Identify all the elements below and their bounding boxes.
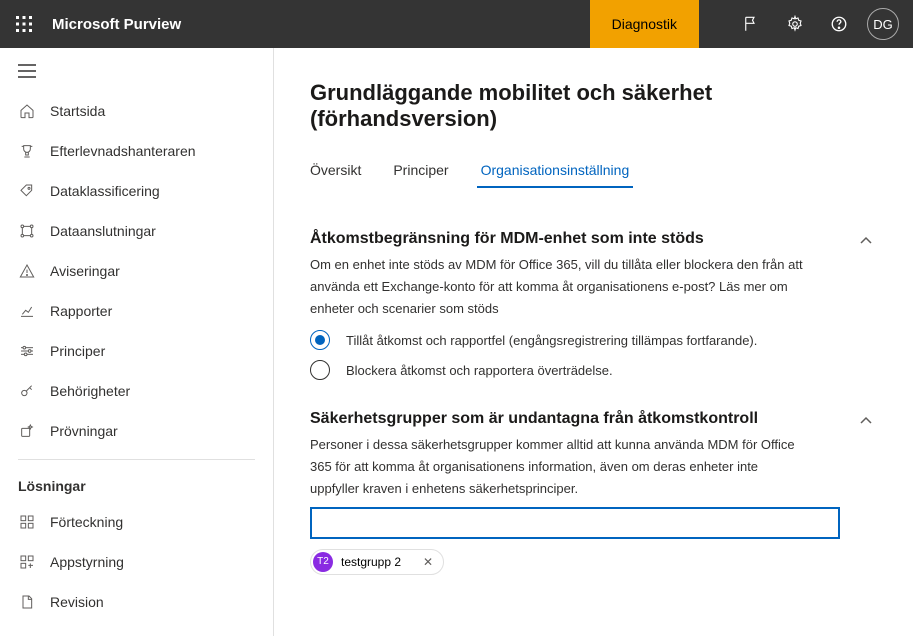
- section-description: Personer i dessa säkerhetsgrupper kommer…: [310, 434, 810, 500]
- section-access-restriction: Åtkomstbegränsning för MDM-enhet som int…: [310, 230, 883, 380]
- nav-label: Dataanslutningar: [50, 223, 156, 239]
- security-group-input[interactable]: [310, 507, 840, 539]
- nav-compliance-manager[interactable]: Efterlevnadshanteraren: [0, 131, 273, 171]
- chevron-up-icon[interactable]: [859, 234, 873, 253]
- nav-data-classification[interactable]: Dataklassificering: [0, 171, 273, 211]
- nav-permissions[interactable]: Behörigheter: [0, 371, 273, 411]
- chip-label: testgrupp 2: [341, 555, 401, 569]
- nav-label: Appstyrning: [50, 554, 124, 570]
- tab-overview[interactable]: Översikt: [310, 156, 361, 188]
- sliders-icon: [18, 342, 36, 360]
- divider: [18, 459, 255, 460]
- nav-audit[interactable]: Revision: [0, 582, 273, 622]
- nav-catalog[interactable]: Förteckning: [0, 502, 273, 542]
- home-icon: [18, 102, 36, 120]
- chip-avatar: T2: [313, 552, 333, 572]
- document-icon: [18, 593, 36, 611]
- chip-remove-icon[interactable]: ✕: [419, 555, 437, 569]
- section-security-groups: Säkerhetsgrupper som är undantagna från …: [310, 410, 883, 574]
- sidebar: Startsida Efterlevnadshanteraren Datakla…: [0, 48, 274, 636]
- radio-block-row[interactable]: Blockera åtkomst och rapportera överträd…: [310, 360, 835, 380]
- radio-allow[interactable]: [310, 330, 330, 350]
- help-icon[interactable]: [817, 0, 861, 48]
- group-chip: T2 testgrupp 2 ✕: [310, 549, 444, 575]
- nav-app-governance[interactable]: Appstyrning: [0, 542, 273, 582]
- nav-label: Förteckning: [50, 514, 123, 530]
- nav-trials[interactable]: Prövningar: [0, 411, 273, 451]
- trophy-icon: [18, 142, 36, 160]
- section-title: Säkerhetsgrupper som är undantagna från …: [310, 410, 835, 428]
- top-bar: Microsoft Purview Diagnostik DG: [0, 0, 913, 48]
- nav-label: Prövningar: [50, 423, 118, 439]
- radio-block[interactable]: [310, 360, 330, 380]
- nav-label: Revision: [50, 594, 104, 610]
- flag-icon[interactable]: [729, 0, 773, 48]
- radio-allow-row[interactable]: Tillåt åtkomst och rapportfel (engångsre…: [310, 330, 835, 350]
- nav-home[interactable]: Startsida: [0, 91, 273, 131]
- sparkle-icon: [18, 422, 36, 440]
- apps-icon: [18, 553, 36, 571]
- tag-icon: [18, 182, 36, 200]
- gear-icon[interactable]: [773, 0, 817, 48]
- brand-name: Microsoft Purview: [52, 16, 181, 33]
- nav-policies[interactable]: Principer: [0, 331, 273, 371]
- connector-icon: [18, 222, 36, 240]
- solutions-heading: Lösningar: [0, 468, 273, 502]
- tabs: Översikt Principer Organisationsinställn…: [310, 156, 883, 188]
- app-launcher-icon[interactable]: [0, 0, 48, 48]
- tab-policies[interactable]: Principer: [393, 156, 448, 188]
- nav-alerts[interactable]: Aviseringar: [0, 251, 273, 291]
- diagnostic-button[interactable]: Diagnostik: [590, 0, 699, 48]
- nav-label: Dataklassificering: [50, 183, 160, 199]
- section-description: Om en enhet inte stöds av MDM för Office…: [310, 254, 810, 320]
- key-icon: [18, 382, 36, 400]
- nav-data-connectors[interactable]: Dataanslutningar: [0, 211, 273, 251]
- main-content: Grundläggande mobilitet och säkerhet (fö…: [274, 48, 913, 636]
- nav-label: Aviseringar: [50, 263, 120, 279]
- nav-label: Rapporter: [50, 303, 112, 319]
- chevron-up-icon[interactable]: [859, 414, 873, 433]
- alert-icon: [18, 262, 36, 280]
- nav-reports[interactable]: Rapporter: [0, 291, 273, 331]
- nav-label: Efterlevnadshanteraren: [50, 143, 196, 159]
- nav-label: Principer: [50, 343, 105, 359]
- user-avatar[interactable]: DG: [867, 8, 899, 40]
- radio-block-label: Blockera åtkomst och rapportera överträd…: [346, 363, 613, 378]
- page-title: Grundläggande mobilitet och säkerhet (fö…: [310, 80, 883, 132]
- radio-allow-label: Tillåt åtkomst och rapportfel (engångsre…: [346, 333, 757, 348]
- section-title: Åtkomstbegränsning för MDM-enhet som int…: [310, 230, 835, 248]
- tab-org-settings[interactable]: Organisationsinställning: [481, 156, 630, 188]
- hamburger-icon[interactable]: [0, 58, 273, 91]
- nav-label: Startsida: [50, 103, 105, 119]
- chart-icon: [18, 302, 36, 320]
- nav-label: Behörigheter: [50, 383, 130, 399]
- grid-icon: [18, 513, 36, 531]
